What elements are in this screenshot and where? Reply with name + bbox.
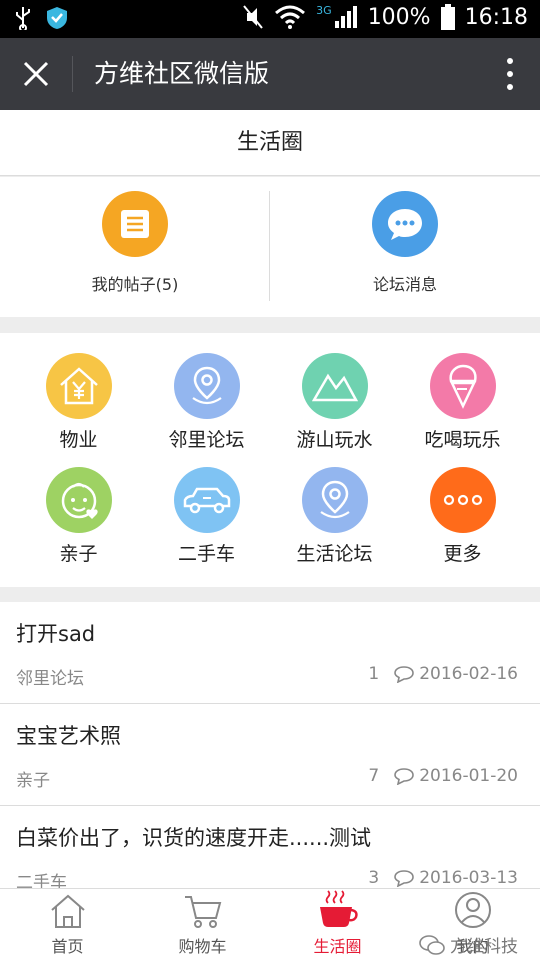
category-label: 更多	[443, 543, 482, 565]
user-icon	[454, 892, 491, 928]
post-category: 亲子	[16, 771, 50, 791]
post-meta: 7 2016-01-20	[368, 766, 518, 786]
category-label: 二手车	[177, 543, 235, 565]
post-title: 打开sad	[16, 622, 96, 646]
battery-icon	[440, 4, 455, 30]
car-icon	[173, 467, 240, 533]
post-meta: 1 2016-02-16	[368, 664, 518, 684]
page-title: 生活圈	[0, 110, 540, 176]
post-date: 2016-01-20	[419, 766, 518, 786]
watermark-text: 方维科技	[450, 937, 518, 957]
network-type: 3G	[316, 4, 332, 17]
category-property[interactable]: 物业	[11, 333, 146, 453]
signal-icon	[334, 6, 357, 28]
house-yen-icon	[45, 353, 112, 419]
nav-cart[interactable]: 购物车	[135, 889, 270, 960]
nav-label: 购物车	[178, 937, 227, 956]
wifi-icon	[275, 5, 306, 29]
post-title: 宝宝艺术照	[16, 724, 121, 748]
nav-label: 生活圈	[313, 937, 362, 956]
clock: 16:18	[464, 4, 528, 30]
reply-count: 1	[368, 664, 380, 684]
nav-label: 首页	[51, 937, 84, 956]
my-posts-label: 我的帖子(5)	[91, 275, 179, 294]
more-menu-icon[interactable]	[506, 56, 514, 92]
home-icon	[50, 894, 85, 928]
category-label: 亲子	[59, 543, 98, 565]
ice-cream-icon	[429, 353, 496, 419]
comment-icon	[394, 768, 415, 785]
more-dots-icon	[429, 467, 496, 533]
post-date: 2016-02-16	[419, 664, 518, 684]
title-divider	[72, 56, 73, 92]
mute-icon	[243, 5, 263, 29]
app-title: 方维社区微信版	[94, 59, 270, 88]
document-icon	[102, 191, 168, 257]
category-travel[interactable]: 游山玩水	[267, 333, 402, 453]
battery-level: 100%	[367, 4, 431, 30]
post-date: 2016-03-13	[419, 868, 518, 888]
watermark: 方维科技	[418, 932, 518, 957]
top-actions: 我的帖子(5) 论坛消息	[0, 177, 540, 317]
category-more[interactable]: 更多	[395, 447, 530, 567]
category-life-forum[interactable]: 生活论坛	[267, 447, 402, 567]
category-label: 生活论坛	[296, 543, 373, 565]
shield-icon	[47, 7, 67, 29]
forum-messages-label: 论坛消息	[372, 275, 437, 294]
close-icon[interactable]	[18, 56, 54, 92]
category-used-cars[interactable]: 二手车	[139, 447, 274, 567]
post-list: 打开sad 邻里论坛 1 2016-02-16 宝宝艺术照 亲子 7 2016-…	[0, 602, 540, 888]
location-pin-icon	[301, 467, 368, 533]
post-meta: 3 2016-03-13	[368, 868, 518, 888]
title-bar: 方维社区微信版	[0, 38, 540, 110]
forum-messages-button[interactable]: 论坛消息	[270, 177, 540, 317]
nav-home[interactable]: 首页	[0, 889, 135, 960]
cart-icon	[184, 896, 221, 928]
nav-life-circle[interactable]: 生活圈	[270, 889, 405, 960]
category-neighbor-forum[interactable]: 邻里论坛	[139, 333, 274, 453]
my-posts-button[interactable]: 我的帖子(5)	[0, 177, 270, 317]
category-food-fun[interactable]: 吃喝玩乐	[395, 333, 530, 453]
comment-icon	[394, 666, 415, 683]
status-bar: 3G 100% 16:18	[0, 0, 540, 38]
coffee-cup-icon	[319, 890, 358, 927]
list-item[interactable]: 白菜价出了，识货的速度开走......测试 二手车 3 2016-03-13	[0, 806, 540, 888]
category-parenting[interactable]: 亲子	[11, 447, 146, 567]
wechat-icon	[419, 934, 445, 955]
category-grid: 物业 邻里论坛 游山玩水 吃喝玩乐 亲子 二手车 生活论坛 更多	[0, 333, 540, 587]
reply-count: 7	[368, 766, 380, 786]
comment-icon	[394, 870, 415, 887]
location-pin-icon	[173, 353, 240, 419]
baby-face-icon	[45, 467, 112, 533]
chat-bubble-icon	[372, 191, 438, 257]
list-item[interactable]: 打开sad 邻里论坛 1 2016-02-16	[0, 602, 540, 704]
post-category: 二手车	[16, 873, 67, 888]
post-title: 白菜价出了，识货的速度开走......测试	[16, 826, 372, 850]
usb-icon	[16, 7, 30, 30]
mountain-icon	[301, 353, 368, 419]
reply-count: 3	[368, 868, 380, 888]
list-item[interactable]: 宝宝艺术照 亲子 7 2016-01-20	[0, 704, 540, 806]
post-category: 邻里论坛	[16, 669, 84, 689]
